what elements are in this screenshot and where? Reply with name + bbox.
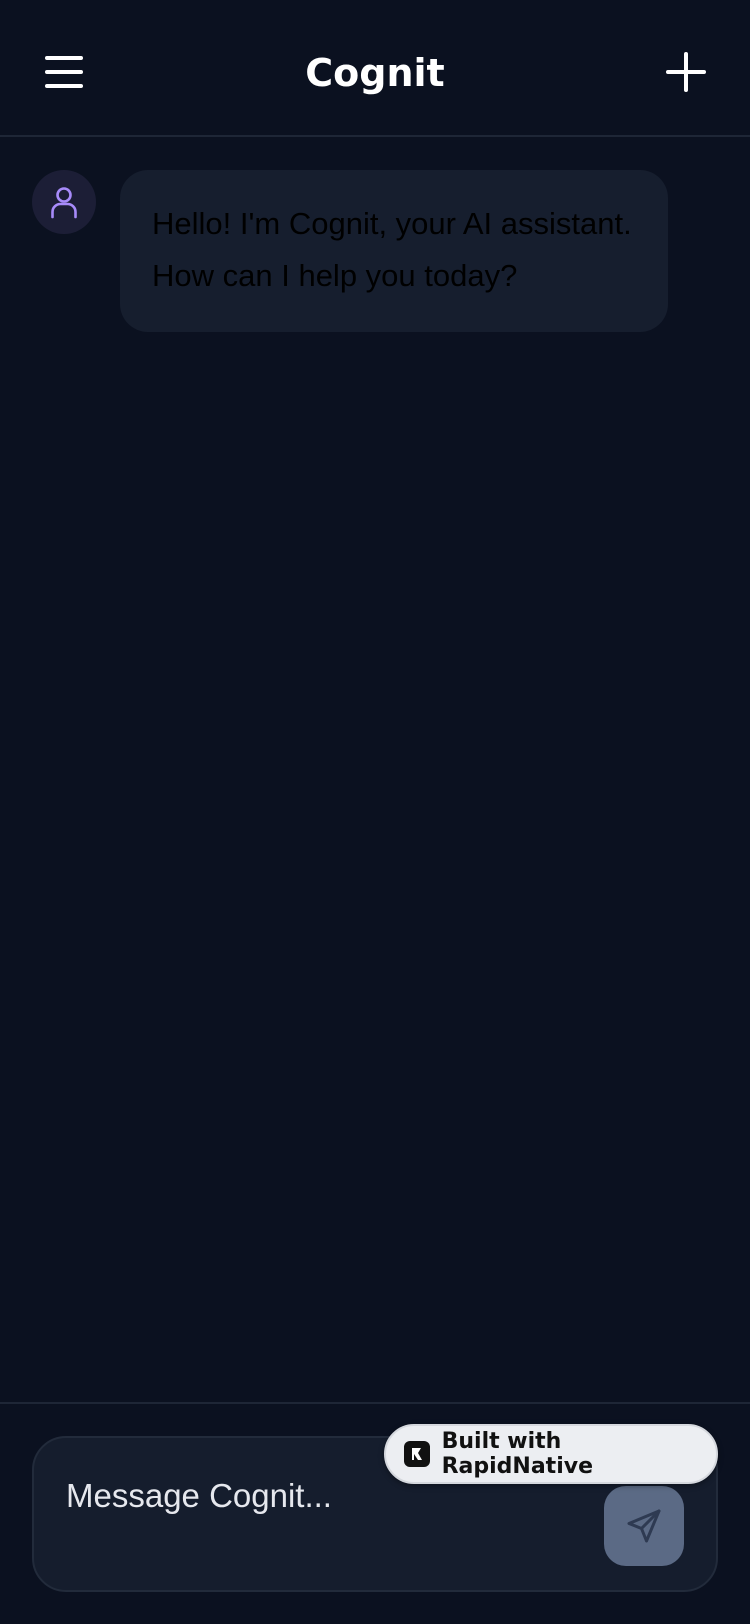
user-icon	[51, 187, 77, 219]
send-icon	[627, 1509, 661, 1543]
rapidnative-logo-icon	[404, 1441, 430, 1467]
badge-label: Built with RapidNative	[441, 1429, 593, 1479]
chat-screen: Cognit Hello! I'm Cognit, your AI assist…	[0, 0, 750, 1624]
app-title: Cognit	[305, 51, 445, 95]
composer-divider	[0, 1402, 750, 1404]
app-header: Cognit	[0, 0, 750, 137]
assistant-avatar	[32, 170, 96, 234]
built-with-badge[interactable]: Built with RapidNative	[384, 1424, 718, 1484]
message-text: Hello! I'm Cognit, your AI assistant. Ho…	[152, 206, 632, 293]
new-chat-button[interactable]	[664, 50, 708, 94]
send-button[interactable]	[604, 1486, 684, 1566]
assistant-message-bubble: Hello! I'm Cognit, your AI assistant. Ho…	[120, 170, 668, 332]
plus-icon	[666, 52, 706, 92]
